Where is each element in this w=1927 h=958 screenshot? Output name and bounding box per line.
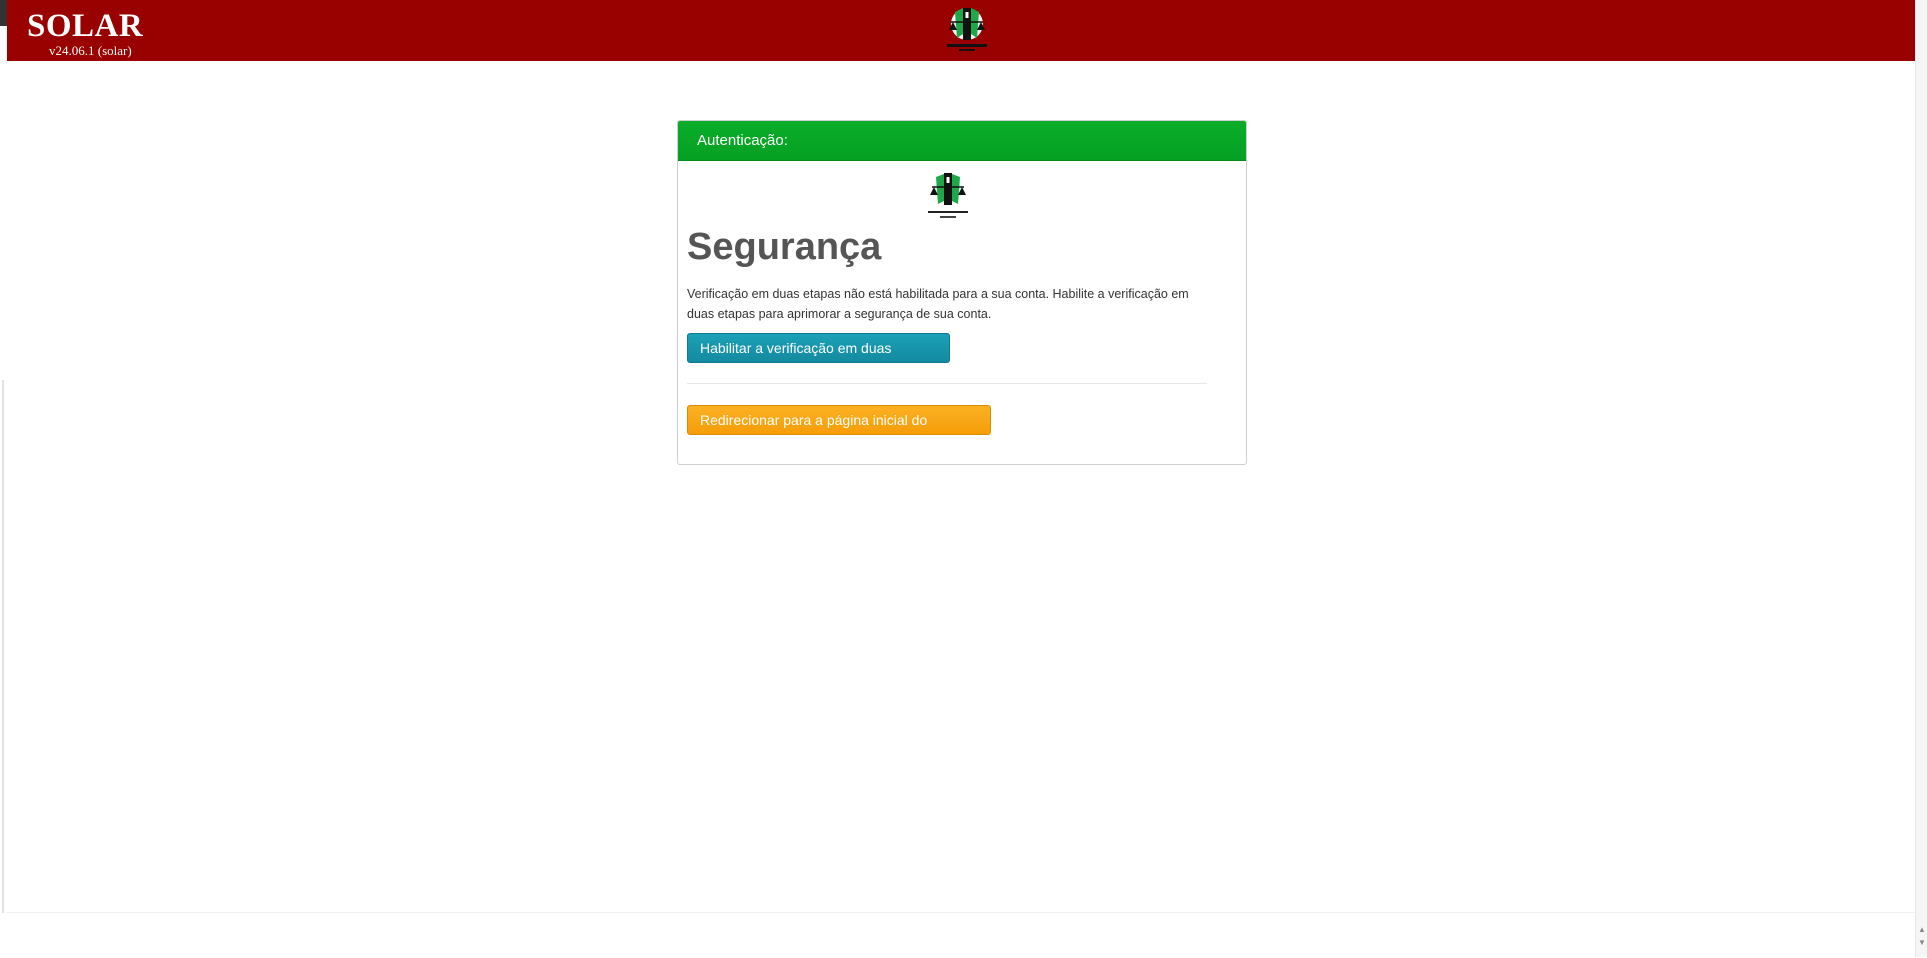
- left-edge-dark-block: [0, 0, 7, 26]
- panel-header: Autenticação:: [678, 121, 1246, 161]
- enable-two-factor-button[interactable]: Habilitar a verificação em duas etapas: [687, 333, 950, 384]
- defensoria-logo-icon[interactable]: [941, 4, 993, 56]
- page-title: Segurança: [687, 226, 882, 268]
- bottom-horizontal-area: [7, 912, 1915, 958]
- scroll-up-arrow-icon[interactable]: ▲: [1918, 925, 1926, 935]
- defensoria-logo-icon: [928, 173, 968, 218]
- scroll-down-arrow-icon[interactable]: ▼: [1918, 938, 1926, 948]
- security-description: Verificação em duas etapas não está habi…: [687, 287, 1189, 321]
- left-window-edge: [0, 0, 7, 957]
- version-label: v24.06.1 (solar): [49, 43, 132, 58]
- top-navbar: SOLAR v24.06.1 (solar): [7, 0, 1915, 61]
- left-edge-line: [2, 380, 4, 913]
- brand-title[interactable]: SOLAR: [27, 10, 143, 43]
- divider: [687, 383, 1207, 384]
- redirect-home-button[interactable]: Redirecionar para a página inicial do SO…: [687, 405, 991, 456]
- vertical-scrollbar[interactable]: ▲ ▼: [1915, 0, 1927, 957]
- authentication-panel: Autenticação: Segurança Verificação em d…: [677, 120, 1247, 465]
